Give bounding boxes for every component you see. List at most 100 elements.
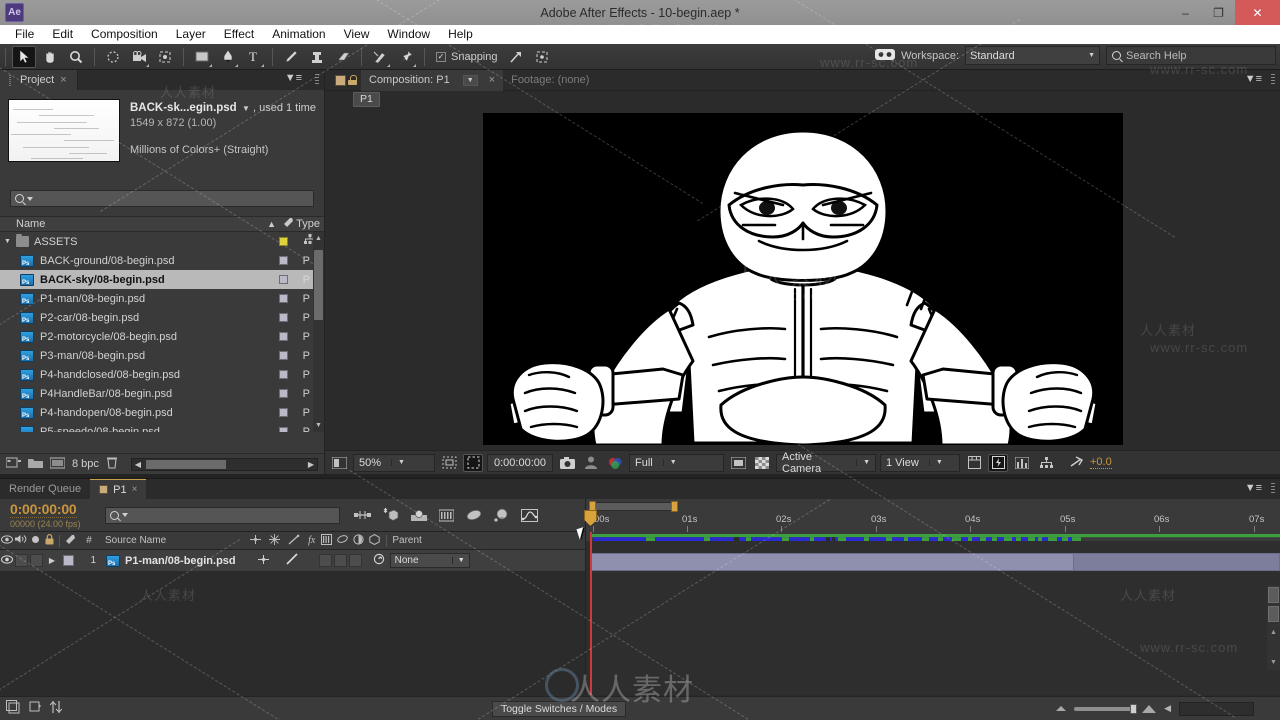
snap-box-icon[interactable] bbox=[530, 46, 554, 68]
scroll-down-icon[interactable]: ▼ bbox=[313, 419, 324, 432]
layer-motion-blur-switch[interactable] bbox=[333, 554, 347, 567]
rotation-tool[interactable] bbox=[101, 46, 125, 68]
scroll-left-icon[interactable]: ◀ bbox=[132, 460, 144, 469]
asset-row[interactable]: P1-man/08-begin.psd P bbox=[0, 289, 324, 308]
layer-disclosure-triangle-icon[interactable]: ▶ bbox=[44, 556, 60, 565]
panel-menu-icon[interactable]: ▼≡ bbox=[1245, 74, 1262, 85]
project-vertical-scrollbar[interactable]: ▲ ▼ bbox=[313, 232, 324, 432]
selection-tool[interactable] bbox=[12, 45, 36, 68]
composition-viewer[interactable]: 人人素材 www.rr-sc.com bbox=[325, 107, 1280, 450]
scroll-right-icon[interactable]: ▶ bbox=[305, 460, 317, 469]
toggle-mask-paths-icon[interactable] bbox=[463, 453, 483, 472]
tab-timeline-p1[interactable]: P1 × bbox=[90, 479, 147, 499]
menu-window[interactable]: Window bbox=[378, 25, 439, 44]
pixel-aspect-correction-icon[interactable] bbox=[964, 454, 984, 472]
disclosure-triangle-icon[interactable]: ▼ bbox=[4, 238, 13, 245]
label-swatch[interactable] bbox=[279, 294, 288, 303]
work-area-end-handle[interactable] bbox=[671, 501, 678, 512]
exposure-value[interactable]: +0.0 bbox=[1090, 456, 1112, 469]
always-preview-this-view-icon[interactable] bbox=[329, 454, 349, 472]
menu-help[interactable]: Help bbox=[439, 25, 482, 44]
label-swatch[interactable] bbox=[279, 370, 288, 379]
column-parent[interactable]: Parent bbox=[392, 535, 421, 546]
scroll-up-icon[interactable]: ▲ bbox=[313, 232, 324, 245]
reset-exposure-icon[interactable] bbox=[1066, 454, 1086, 472]
search-help-input[interactable]: Search Help bbox=[1106, 46, 1276, 65]
layer-frame-blend-switch[interactable] bbox=[318, 554, 332, 567]
column-name[interactable]: Name bbox=[16, 218, 45, 230]
label-swatch[interactable] bbox=[279, 351, 288, 360]
panel-resize-grip[interactable] bbox=[1271, 483, 1275, 495]
comp-marker-icon[interactable] bbox=[1268, 587, 1279, 603]
brainstorm-icon[interactable] bbox=[494, 508, 509, 522]
zoom-in-timeline-icon[interactable] bbox=[1142, 704, 1157, 713]
brush-tool[interactable] bbox=[279, 46, 303, 68]
region-of-interest-icon[interactable] bbox=[728, 454, 748, 472]
eraser-tool[interactable] bbox=[331, 46, 355, 68]
folder-row-assets[interactable]: ▼ ASSETS bbox=[0, 232, 324, 251]
view-layout-dropdown[interactable]: 1 View ▼ bbox=[880, 453, 960, 472]
timeline-track-area[interactable]: ▲ ▼ bbox=[584, 510, 1280, 695]
zoom-tool[interactable] bbox=[64, 46, 88, 68]
composition-mini-flowchart-icon[interactable] bbox=[354, 509, 371, 521]
breadcrumb[interactable]: P1 bbox=[353, 91, 380, 107]
menu-effect[interactable]: Effect bbox=[215, 25, 263, 44]
snapping-checkbox[interactable]: ✓ bbox=[436, 51, 446, 62]
timeline-graph-icon[interactable] bbox=[1012, 454, 1032, 472]
enable-motion-blur-icon[interactable] bbox=[466, 509, 482, 521]
layer-quality-switch[interactable] bbox=[285, 553, 299, 568]
hand-tool[interactable] bbox=[38, 46, 62, 68]
workspace-switch-icon[interactable] bbox=[875, 48, 896, 64]
project-settings-icon[interactable] bbox=[49, 457, 66, 472]
show-snapshot-icon[interactable] bbox=[581, 454, 601, 472]
pan-behind-tool[interactable] bbox=[153, 46, 177, 68]
timeline-mini-scrollbar[interactable] bbox=[1179, 701, 1255, 716]
timeline-ruler[interactable]: 00s 01s 02s 03s 04s 05s 06s 07s bbox=[585, 499, 1280, 532]
scroll-up-icon[interactable]: ▲ bbox=[1269, 629, 1278, 636]
layer-visibility-toggle[interactable] bbox=[0, 554, 14, 567]
asset-row[interactable]: BACK-ground/08-begin.psd P bbox=[0, 251, 324, 270]
panel-resize-grip[interactable] bbox=[1271, 74, 1275, 86]
resolution-dropdown[interactable]: Full ▼ bbox=[629, 453, 724, 472]
fast-previews-icon[interactable] bbox=[988, 453, 1008, 472]
layer-audio-toggle[interactable] bbox=[15, 554, 28, 567]
zoom-slider-knob[interactable] bbox=[1130, 703, 1138, 714]
show-channel-icon[interactable] bbox=[605, 454, 625, 472]
column-type[interactable]: Type bbox=[296, 218, 320, 230]
puppet-pin-tool[interactable] bbox=[394, 46, 418, 68]
tab-footage[interactable]: Footage: (none) bbox=[503, 70, 597, 91]
menu-file[interactable]: File bbox=[6, 25, 43, 44]
layer-parent-dropdown[interactable]: None ▼ bbox=[389, 553, 470, 568]
timeline-search-input[interactable] bbox=[105, 506, 340, 524]
zoom-out-timeline-icon[interactable] bbox=[1056, 706, 1067, 711]
new-folder-icon[interactable] bbox=[28, 457, 43, 472]
menu-animation[interactable]: Animation bbox=[263, 25, 334, 44]
rectangle-shape-tool[interactable] bbox=[190, 46, 214, 68]
hscroll-thumb[interactable] bbox=[145, 459, 226, 469]
pen-tool[interactable] bbox=[216, 46, 240, 68]
toggle-switches-modes-button[interactable]: Toggle Switches / Modes bbox=[491, 700, 627, 717]
layer-marker-icon[interactable] bbox=[1268, 606, 1279, 622]
label-swatch[interactable] bbox=[279, 332, 288, 341]
label-tag-icon[interactable] bbox=[283, 217, 294, 231]
asset-row[interactable]: P3-man/08-begin.psd P bbox=[0, 346, 324, 365]
scroll-down-icon[interactable]: ▼ bbox=[1269, 659, 1278, 666]
panel-resize-grip[interactable] bbox=[315, 74, 319, 86]
current-time-display[interactable]: 0:00:00:00 bbox=[487, 453, 553, 472]
menu-edit[interactable]: Edit bbox=[43, 25, 82, 44]
menu-layer[interactable]: Layer bbox=[167, 25, 215, 44]
label-swatch[interactable] bbox=[279, 313, 288, 322]
asset-row[interactable]: P2-motorcycle/08-begin.psd P bbox=[0, 327, 324, 346]
layer-label-swatch[interactable] bbox=[63, 555, 74, 566]
close-icon[interactable]: × bbox=[489, 74, 495, 86]
collapse-panel-icon[interactable]: ◀ bbox=[1164, 703, 1171, 714]
composition-canvas[interactable]: 人人素材 www.rr-sc.com bbox=[482, 112, 1123, 445]
project-horizontal-scrollbar[interactable]: ◀ ▶ bbox=[130, 457, 318, 471]
clone-stamp-tool[interactable] bbox=[305, 46, 329, 68]
take-snapshot-icon[interactable] bbox=[557, 454, 577, 472]
expand-collapse-icon[interactable] bbox=[6, 700, 20, 717]
layer-source-name[interactable]: P1-man/08-begin.psd bbox=[125, 555, 236, 567]
comp-flowchart-icon[interactable] bbox=[1036, 454, 1056, 472]
choose-grid-guides-icon[interactable] bbox=[439, 454, 459, 472]
layer-shy-switch[interactable] bbox=[257, 554, 269, 567]
